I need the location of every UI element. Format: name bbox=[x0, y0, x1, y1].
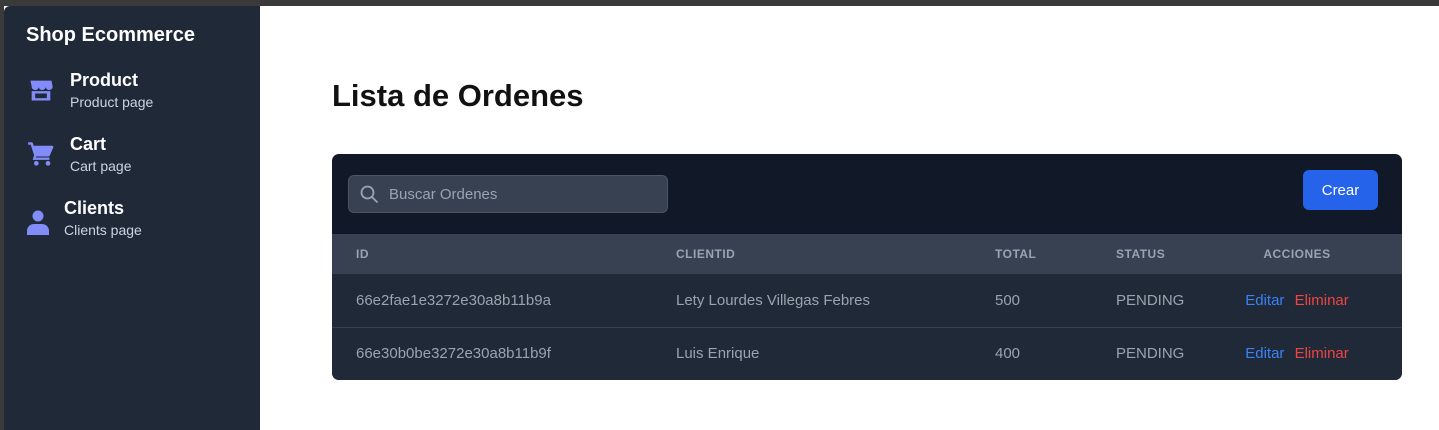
column-header-id[interactable]: ID bbox=[332, 234, 652, 274]
delete-link[interactable]: Eliminar bbox=[1295, 292, 1349, 309]
sidebar: Shop Ecommerce Product Product page Cart… bbox=[4, 6, 260, 430]
delete-link[interactable]: Eliminar bbox=[1295, 345, 1349, 362]
sidebar-item-label: Product bbox=[70, 70, 139, 90]
sidebar-item-label: Clients bbox=[64, 198, 125, 218]
sidebar-item-clients[interactable]: Clients Clients page bbox=[26, 197, 260, 261]
brand-title: Shop Ecommerce bbox=[26, 24, 195, 46]
cart-icon bbox=[26, 139, 56, 169]
table-header-row: ID CLIENTID TOTAL STATUS ACCIONES bbox=[332, 234, 1402, 274]
table-row: 66e30b0be3272e30a8b11b9f Luis Enrique 40… bbox=[332, 327, 1402, 380]
search-icon bbox=[359, 184, 379, 204]
cell-status: PENDING bbox=[1116, 345, 1185, 363]
search-box[interactable] bbox=[348, 175, 668, 213]
edit-link[interactable]: Editar bbox=[1245, 345, 1284, 362]
store-icon bbox=[26, 75, 56, 105]
cell-id: 66e2fae1e3272e30a8b11b9a bbox=[356, 291, 551, 309]
page-title: Lista de Ordenes bbox=[332, 78, 584, 113]
cell-status: PENDING bbox=[1116, 291, 1185, 309]
cell-total: 400 bbox=[995, 345, 1021, 363]
edit-link[interactable]: Editar bbox=[1245, 292, 1284, 309]
sidebar-item-product[interactable]: Product Product page bbox=[26, 69, 260, 133]
column-header-actions: ACCIONES bbox=[1263, 247, 1331, 261]
orders-table: ID CLIENTID TOTAL STATUS ACCIONES 66e2fa… bbox=[332, 234, 1402, 380]
sidebar-item-label: Cart bbox=[70, 134, 107, 154]
cell-actions: Editar Eliminar bbox=[1192, 274, 1402, 327]
cell-id: 66e30b0be3272e30a8b11b9f bbox=[356, 345, 551, 363]
column-header-status[interactable]: STATUS bbox=[1092, 234, 1192, 274]
cell-client: Lety Lourdes Villegas Febres bbox=[676, 291, 871, 309]
orders-card: Crear ID CLIENTID TOTAL STATUS ACCIONES … bbox=[332, 154, 1402, 380]
app-window: Shop Ecommerce Product Product page Cart… bbox=[4, 6, 1439, 430]
column-header-clientid[interactable]: CLIENTID bbox=[652, 234, 971, 274]
main-content: Lista de Ordenes Crear ID bbox=[260, 6, 1439, 430]
sidebar-item-cart[interactable]: Cart Cart page bbox=[26, 133, 260, 197]
sidebar-item-sublabel: Clients page bbox=[64, 222, 142, 238]
cell-actions: Editar Eliminar bbox=[1192, 327, 1402, 380]
table-row: 66e2fae1e3272e30a8b11b9a Lety Lourdes Vi… bbox=[332, 274, 1402, 327]
cell-total: 500 bbox=[995, 291, 1021, 309]
create-button[interactable]: Crear bbox=[1303, 170, 1378, 210]
sidebar-item-sublabel: Product page bbox=[70, 94, 154, 110]
sidebar-item-sublabel: Cart page bbox=[70, 158, 132, 174]
cell-client: Luis Enrique bbox=[676, 345, 760, 363]
column-header-total[interactable]: TOTAL bbox=[971, 234, 1092, 274]
user-icon bbox=[26, 207, 50, 237]
search-input[interactable] bbox=[389, 185, 649, 203]
card-toolbar: Crear bbox=[332, 154, 1402, 234]
